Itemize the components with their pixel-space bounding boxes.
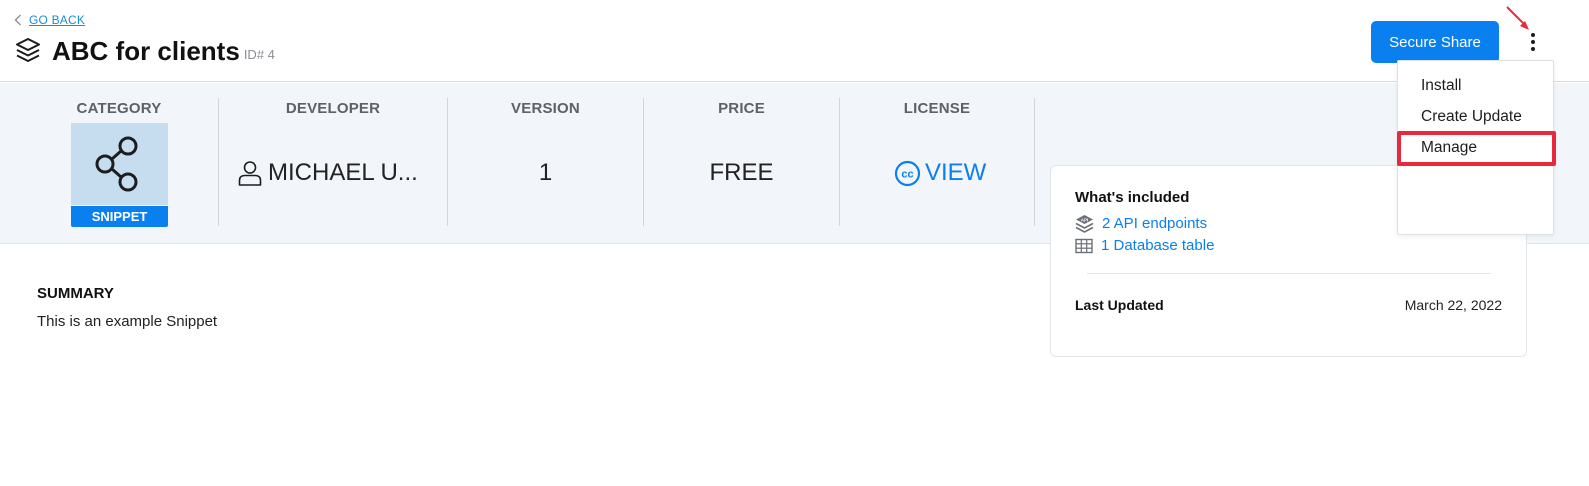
api-endpoints-label[interactable]: 2 API endpoints — [1102, 215, 1207, 232]
menu-item-install[interactable]: Install — [1421, 77, 1462, 95]
included-heading: What's included — [1075, 189, 1190, 206]
developer-name: MICHAEL U... — [268, 159, 418, 186]
page-header: GO BACK ABC for clients ID# 4 Secure Sha… — [0, 0, 1589, 82]
annotation-arrow-icon — [1506, 6, 1529, 30]
license-label: LICENSE — [903, 100, 971, 117]
go-back-label[interactable]: GO BACK — [29, 13, 85, 27]
price-column: PRICE FREE — [644, 83, 839, 244]
go-back-link[interactable]: GO BACK — [14, 13, 85, 27]
license-view-link[interactable]: cc VIEW — [894, 159, 986, 187]
category-card: SNIPPET — [71, 123, 168, 227]
creative-commons-icon[interactable]: cc — [894, 160, 921, 187]
api-endpoints-link[interactable]: API 2 API endpoints — [1075, 214, 1207, 233]
category-label: CATEGORY — [76, 100, 162, 117]
svg-text:API: API — [1081, 217, 1089, 222]
menu-item-create-update[interactable]: Create Update — [1421, 108, 1522, 126]
id-tag: ID# 4 — [243, 47, 275, 62]
database-table-label[interactable]: 1 Database table — [1101, 237, 1214, 254]
summary-text: This is an example Snippet — [37, 313, 218, 330]
share-nodes-icon — [95, 136, 137, 192]
divider — [1034, 98, 1035, 226]
options-dropdown-menu: Install Create Update Manage — [1397, 60, 1554, 235]
title-row: ABC for clients ID# 4 — [14, 36, 275, 66]
user-icon — [238, 161, 262, 186]
price-value: FREE — [709, 159, 774, 186]
api-layers-icon: API — [1075, 215, 1094, 233]
card-divider — [1087, 273, 1491, 274]
price-label: PRICE — [718, 100, 765, 117]
license-view-label[interactable]: VIEW — [925, 159, 986, 187]
secure-share-button[interactable]: Secure Share — [1371, 21, 1499, 63]
developer-label: DEVELOPER — [285, 100, 381, 117]
last-updated-label: Last Updated — [1075, 297, 1164, 313]
category-badge: SNIPPET — [71, 206, 168, 227]
summary-heading: SUMMARY — [37, 285, 114, 302]
page-title: ABC for clients — [52, 36, 240, 66]
category-tile — [71, 123, 168, 205]
version-label: VERSION — [511, 100, 580, 117]
table-icon — [1075, 238, 1093, 253]
layers-icon — [16, 38, 40, 62]
database-table-link[interactable]: 1 Database table — [1075, 237, 1214, 254]
last-updated-value: March 22, 2022 — [1404, 297, 1502, 313]
menu-item-manage[interactable]: Manage — [1421, 139, 1477, 157]
developer-value: MICHAEL U... — [238, 159, 418, 187]
version-column: VERSION 1 — [448, 83, 643, 244]
version-value: 1 — [538, 159, 553, 186]
svg-text:cc: cc — [901, 168, 913, 180]
chevron-left-icon — [14, 14, 21, 26]
